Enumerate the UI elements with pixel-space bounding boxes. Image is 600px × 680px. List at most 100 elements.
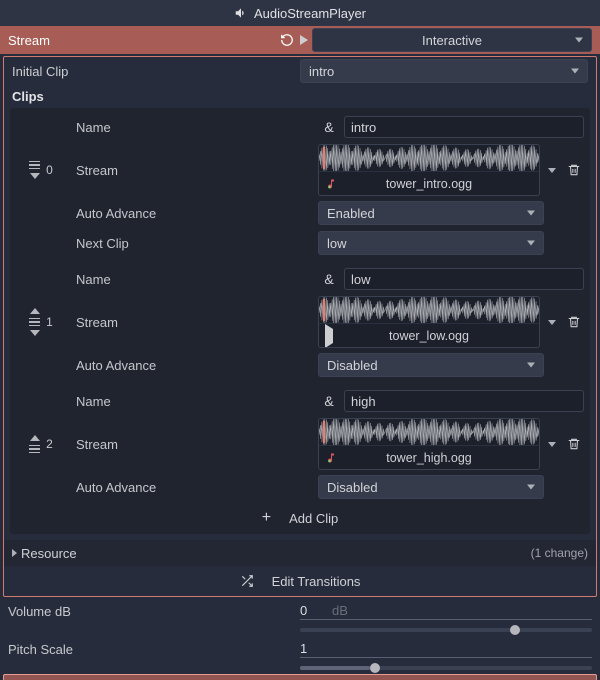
- clip-name-input[interactable]: [344, 268, 584, 290]
- pitch-scale-label: Pitch Scale: [8, 642, 300, 657]
- clip-stream-label: Stream: [72, 437, 318, 452]
- waveform-preview: [319, 145, 539, 171]
- play-icon: [325, 329, 333, 343]
- auto-advance-label: Auto Advance: [72, 358, 318, 373]
- move-down-icon[interactable]: [30, 330, 40, 336]
- clips-section-header: Clips: [4, 85, 596, 106]
- chevron-down-icon: [527, 241, 535, 246]
- clip-stream-resource[interactable]: tower_high.ogg: [318, 418, 540, 470]
- reorder-handle-icon[interactable]: [29, 161, 40, 170]
- revert-icon[interactable]: [280, 33, 294, 47]
- stream-property-row: Stream Interactive: [0, 26, 600, 54]
- auto-advance-dropdown[interactable]: Enabled: [318, 201, 544, 225]
- move-up-icon[interactable]: [30, 435, 40, 441]
- chevron-right-icon: [12, 549, 17, 557]
- auto-advance-value: Disabled: [327, 358, 378, 373]
- auto-advance-label: Auto Advance: [72, 206, 318, 221]
- edit-transitions-button[interactable]: Edit Transitions: [4, 566, 596, 596]
- resource-section-row[interactable]: Resource (1 change): [4, 540, 596, 566]
- auto-advance-value: Disabled: [327, 480, 378, 495]
- move-down-icon[interactable]: [30, 173, 40, 179]
- next-clip-dropdown[interactable]: low: [318, 231, 544, 255]
- resource-label: Resource: [21, 546, 77, 561]
- clip-index: 0: [46, 163, 53, 177]
- clip-auto-advance-row: Auto Advance Enabled: [10, 198, 590, 228]
- clip-stream-label: Stream: [72, 315, 318, 330]
- auto-advance-dropdown[interactable]: Disabled: [318, 353, 544, 377]
- clip-name-row: Name &: [10, 112, 590, 142]
- waveform-preview: [319, 297, 539, 323]
- chevron-down-icon: [527, 485, 535, 490]
- clip-auto-advance-row: Auto Advance Disabled: [10, 350, 590, 380]
- clip-name-label: Name: [72, 120, 318, 135]
- clip-next-clip-row: Next Clip low: [10, 228, 590, 258]
- stream-dropdown[interactable]: Interactive: [312, 28, 592, 52]
- volume-db-slider[interactable]: [300, 628, 592, 632]
- volume-db-field[interactable]: 0 dB: [300, 603, 592, 620]
- pitch-scale-slider[interactable]: [300, 666, 592, 670]
- clip-stream-filename: tower_high.ogg: [386, 451, 471, 465]
- initial-clip-label: Initial Clip: [12, 64, 68, 79]
- chevron-down-icon: [527, 211, 535, 216]
- clip-name-label: Name: [72, 394, 318, 409]
- delete-clip-button[interactable]: [564, 315, 584, 329]
- volume-db-row: Volume dB 0 dB: [0, 597, 600, 625]
- reorder-handle-icon[interactable]: [29, 318, 40, 327]
- shuffle-icon: [240, 574, 254, 588]
- clip-index: 1: [46, 315, 53, 329]
- clip-stream-row: 2 Stream tower_high.ogg: [10, 416, 590, 472]
- clip-auto-advance-row: Auto Advance Disabled: [10, 472, 590, 502]
- clip-stream-row: 0 Stream tower_intro.ogg: [10, 142, 590, 198]
- clip-stream-resource[interactable]: tower_low.ogg: [318, 296, 540, 348]
- delete-clip-button[interactable]: [564, 163, 584, 177]
- delete-clip-button[interactable]: [564, 437, 584, 451]
- clip-name-row: Name &: [10, 264, 590, 294]
- pitch-scale-field[interactable]: 1: [300, 641, 592, 658]
- clip-name-label: Name: [72, 272, 318, 287]
- auto-advance-label: Auto Advance: [72, 480, 318, 495]
- volume-db-label: Volume dB: [8, 604, 300, 619]
- waveform-preview: [319, 419, 539, 445]
- stream-dropdown-chevron[interactable]: [544, 168, 560, 173]
- bind-icon: &: [318, 119, 340, 135]
- initial-clip-value: intro: [309, 64, 334, 79]
- clip-name-input[interactable]: [344, 390, 584, 412]
- add-clip-button[interactable]: + Add Clip: [10, 502, 590, 534]
- volume-unit: dB: [332, 603, 348, 618]
- chevron-down-icon: [575, 38, 583, 43]
- initial-clip-row: Initial Clip intro: [4, 57, 596, 85]
- plus-icon: +: [262, 509, 271, 527]
- clips-list-panel: Name & 0 Stream tower_intro.ogg: [10, 108, 590, 534]
- clip-stream-filename: tower_low.ogg: [389, 329, 469, 343]
- reorder-handle-icon[interactable]: [29, 445, 40, 454]
- stream-dropdown-chevron[interactable]: [544, 320, 560, 325]
- chevron-down-icon: [571, 69, 579, 74]
- music-note-icon: [325, 452, 337, 464]
- clip-stream-resource[interactable]: tower_intro.ogg: [318, 144, 540, 196]
- speaker-icon: [234, 6, 248, 20]
- move-up-icon[interactable]: [30, 308, 40, 314]
- playing-row: Playing On: [3, 674, 597, 680]
- clip-name-row: Name &: [10, 386, 590, 416]
- clip-stream-filename: tower_intro.ogg: [386, 177, 472, 191]
- initial-clip-dropdown[interactable]: intro: [300, 59, 588, 83]
- music-note-icon: [325, 178, 337, 190]
- clip-name-input[interactable]: [344, 116, 584, 138]
- bind-icon: &: [318, 271, 340, 287]
- window-title: AudioStreamPlayer: [254, 6, 366, 21]
- clip-stream-label: Stream: [72, 163, 318, 178]
- edit-transitions-label: Edit Transitions: [272, 574, 361, 589]
- pitch-scale-row: Pitch Scale 1: [0, 635, 600, 663]
- stream-dropdown-chevron[interactable]: [544, 442, 560, 447]
- stream-value: Interactive: [422, 33, 482, 48]
- auto-advance-dropdown[interactable]: Disabled: [318, 475, 544, 499]
- bind-icon: &: [318, 393, 340, 409]
- chevron-down-icon: [527, 363, 535, 368]
- clip-index: 2: [46, 437, 53, 451]
- add-clip-label: Add Clip: [289, 511, 338, 526]
- auto-advance-value: Enabled: [327, 206, 375, 221]
- resource-change-count: (1 change): [531, 546, 588, 560]
- next-clip-value: low: [327, 236, 347, 251]
- play-preview-icon[interactable]: [300, 35, 308, 45]
- window-titlebar: AudioStreamPlayer: [0, 0, 600, 26]
